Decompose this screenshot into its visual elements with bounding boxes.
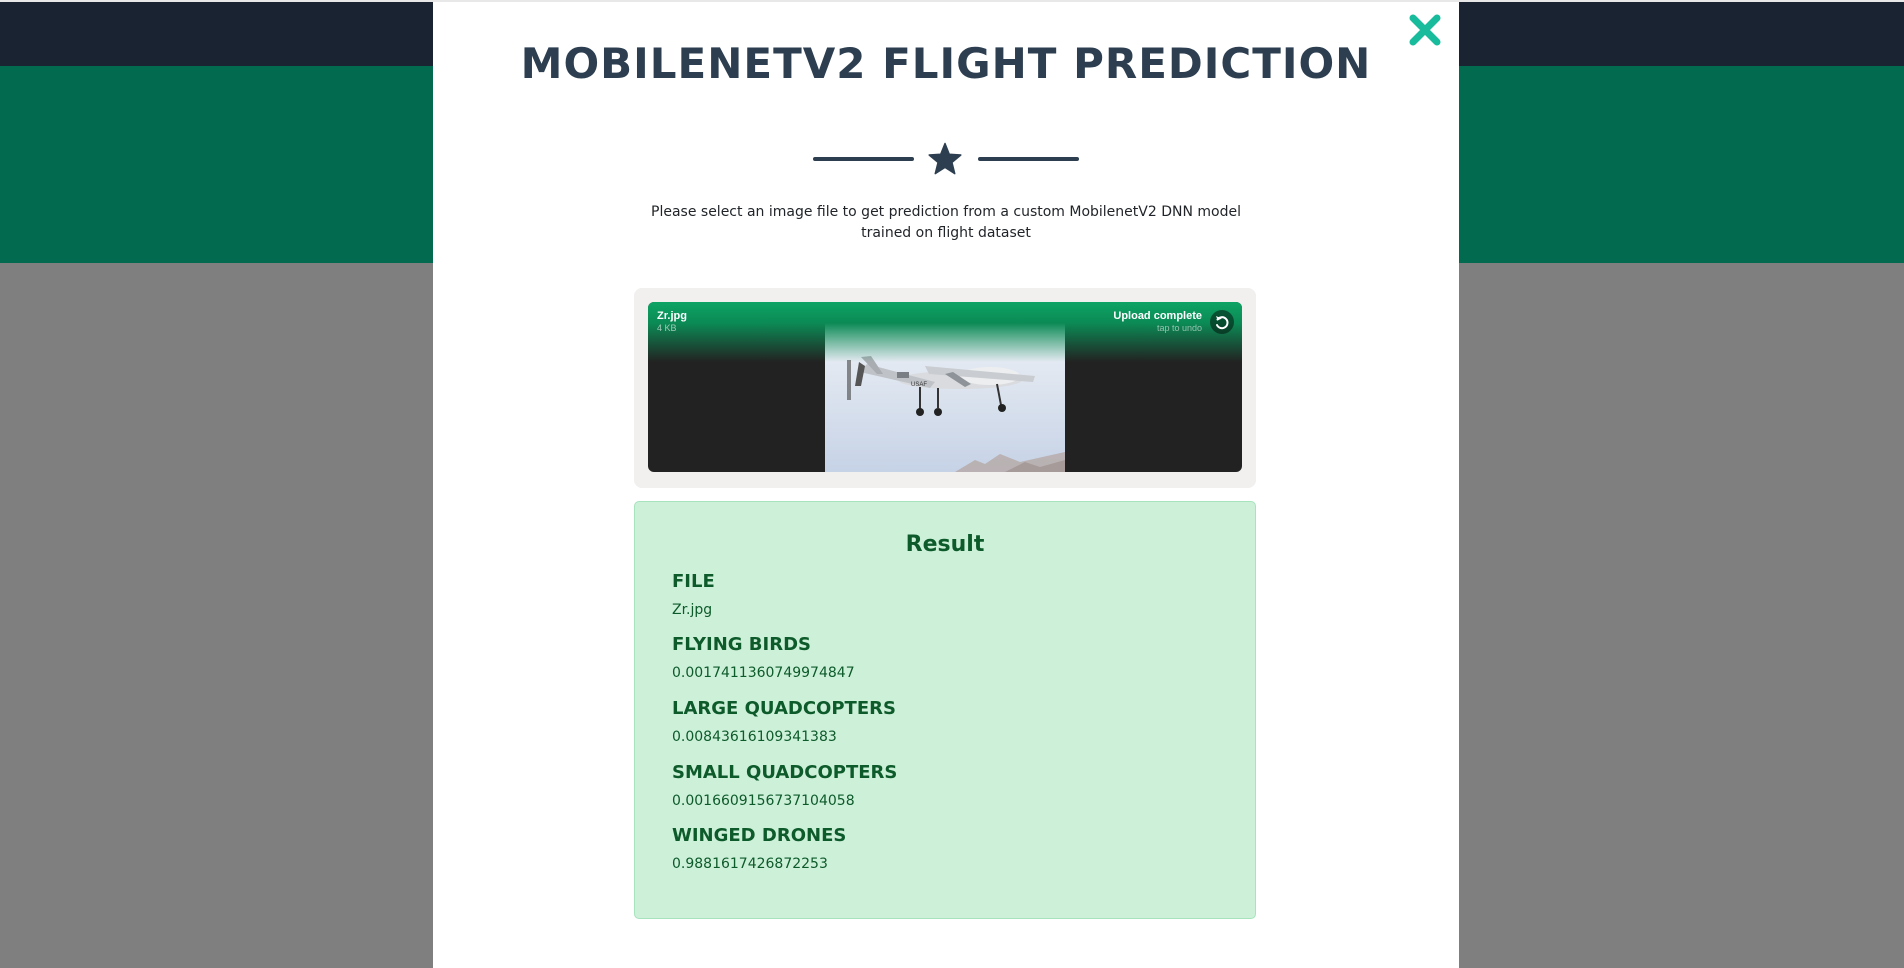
result-label-file: FILE — [672, 571, 715, 592]
result-value-small-quadcopters: 0.0016609156737104058 — [672, 793, 855, 809]
result-value-large-quadcopters: 0.00843616109341383 — [672, 729, 837, 745]
result-label-winged-drones: WINGED DRONES — [672, 825, 847, 846]
image-preview: USAF — [825, 302, 1065, 472]
result-value-winged-drones: 0.9881617426872253 — [672, 856, 828, 872]
undo-icon[interactable] — [1210, 310, 1234, 334]
file-size: 4 KB — [657, 323, 677, 333]
result-title: Result — [905, 532, 985, 557]
result-label-large-quadcopters: LARGE QUADCOPTERS — [672, 698, 896, 719]
result-label-flying-birds: FLYING BIRDS — [672, 634, 811, 655]
divider-line-right — [978, 157, 1079, 161]
result-value-flying-birds: 0.0017411360749974847 — [672, 665, 855, 681]
divider-line-left — [813, 157, 914, 161]
result-panel: Result FILE Zr.jpg FLYING BIRDS 0.001741… — [634, 501, 1256, 919]
file-name: Zr.jpg — [657, 310, 687, 322]
modal-description: Please select an image file to get predi… — [651, 204, 1241, 241]
result-label-small-quadcopters: SMALL QUADCOPTERS — [672, 762, 898, 783]
title-divider — [813, 142, 1079, 178]
result-value-file: Zr.jpg — [672, 602, 713, 618]
upload-status: Upload complete — [1113, 310, 1202, 322]
close-icon[interactable] — [1405, 10, 1445, 50]
uploaded-file-item[interactable]: USAF Zr.jpg 4 KB Upload complete tap to … — [648, 302, 1242, 472]
upload-status-hint: tap to undo — [1156, 323, 1202, 333]
svg-text:USAF: USAF — [911, 382, 927, 388]
modal-title: MOBILENETV2 FLIGHT PREDICTION — [520, 39, 1372, 88]
prediction-modal: MOBILENETV2 FLIGHT PREDICTION Please sel… — [433, 2, 1459, 968]
star-icon — [927, 142, 963, 176]
file-upload-dropzone[interactable]: USAF Zr.jpg 4 KB Upload complete tap to … — [634, 288, 1256, 488]
drone-image: USAF — [847, 356, 1065, 472]
